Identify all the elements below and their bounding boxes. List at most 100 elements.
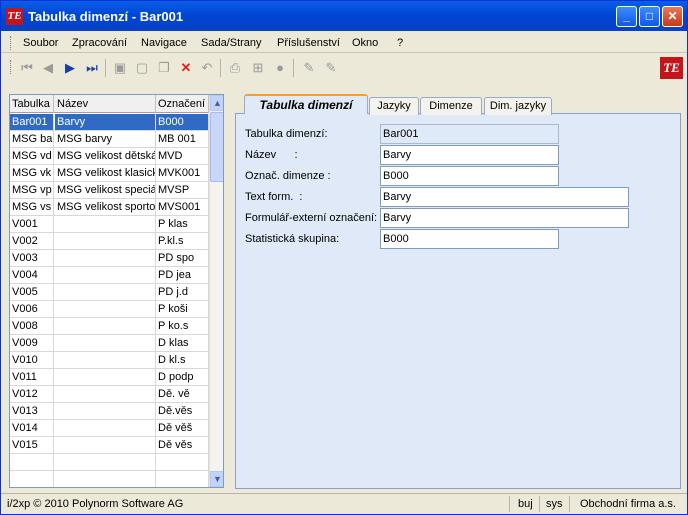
stop-icon[interactable]: ●	[272, 60, 288, 76]
table-cell[interactable]: Bar001	[10, 114, 54, 130]
tab-tabulka-dimenzi[interactable]: Tabulka dimenzí	[244, 94, 368, 114]
statisticka-skupina-field[interactable]: B000	[380, 229, 559, 249]
table-cell[interactable]	[55, 284, 156, 300]
table-row[interactable]: V005 PD j.d	[10, 284, 209, 301]
table-cell[interactable]: V001	[10, 216, 54, 232]
table-row[interactable]	[10, 471, 209, 487]
print-icon[interactable]: ⎙	[227, 60, 243, 76]
table-cell[interactable]: MSG velikost dětská	[55, 148, 156, 164]
close-button[interactable]: ✕	[662, 6, 683, 27]
edit2-icon[interactable]: ✎	[323, 60, 339, 76]
table-cell[interactable]	[55, 454, 156, 470]
table-row[interactable]	[10, 454, 209, 471]
table-cell[interactable]: P klas	[156, 216, 209, 232]
table-cell[interactable]	[55, 250, 156, 266]
edit-icon[interactable]: ✎	[301, 60, 317, 76]
vertical-scrollbar[interactable]: ▲ ▼	[209, 95, 223, 487]
scroll-up-icon[interactable]: ▲	[210, 95, 223, 111]
table-cell[interactable]: P.kl.s	[156, 233, 209, 249]
table-cell[interactable]: V015	[10, 437, 54, 453]
table-cell[interactable]: P ko.s	[156, 318, 209, 334]
table-row[interactable]: V009 D klas	[10, 335, 209, 352]
menu-navigace[interactable]: Navigace	[141, 37, 187, 49]
table-cell[interactable]: Dě.věs	[156, 403, 209, 419]
table-row[interactable]: MSG vk MSG velikost klasick MVK001	[10, 165, 209, 182]
table-cell[interactable]	[55, 216, 156, 232]
save-icon[interactable]: ▣	[112, 60, 128, 76]
table-row[interactable]: V008 P ko.s	[10, 318, 209, 335]
table-cell[interactable]: Barvy	[55, 114, 156, 130]
table-cell[interactable]: MSG vs	[10, 199, 54, 215]
menu-help[interactable]: ?	[397, 37, 403, 49]
menu-zpracovani[interactable]: Zpracování	[72, 37, 127, 49]
table-cell[interactable]	[55, 301, 156, 317]
table-cell[interactable]: MSG ba	[10, 131, 54, 147]
table-row[interactable]: V010 D kl.s	[10, 352, 209, 369]
table-row[interactable]: V011 D podp	[10, 369, 209, 386]
table-cell[interactable]	[10, 471, 54, 487]
menubar-grip[interactable]	[10, 36, 12, 50]
nazev-field[interactable]: Barvy	[380, 145, 559, 165]
table-row[interactable]: MSG vd MSG velikost dětská MVD	[10, 148, 209, 165]
scroll-thumb[interactable]	[210, 112, 223, 182]
scroll-down-icon[interactable]: ▼	[210, 471, 223, 487]
table-cell[interactable]	[55, 420, 156, 436]
column-header-tabulka[interactable]: Tabulka	[10, 95, 54, 113]
table-cell[interactable]: V004	[10, 267, 54, 283]
table-cell[interactable]: MSG barvy	[55, 131, 156, 147]
table-cell[interactable]	[55, 233, 156, 249]
toolbar-grip[interactable]	[10, 60, 12, 74]
table-row[interactable]: Bar001 Barvy B000	[10, 114, 209, 131]
first-icon[interactable]: ⏮	[19, 60, 35, 76]
table-cell[interactable]	[10, 454, 54, 470]
table-cell[interactable]: V010	[10, 352, 54, 368]
oznaceni-dimenze-field[interactable]: B000	[380, 166, 559, 186]
table-cell[interactable]: MSG velikost klasick	[55, 165, 156, 181]
table-cell[interactable]: B000	[156, 114, 209, 130]
table-row[interactable]: MSG vp MSG velikost speciá MVSP	[10, 182, 209, 199]
tree-icon[interactable]: ⊞	[250, 60, 266, 76]
tab-dim-jazyky[interactable]: Dim. jazyky	[484, 97, 552, 115]
copy-icon[interactable]: ❐	[156, 60, 172, 76]
table-cell[interactable]: Dě věs	[156, 437, 209, 453]
table-cell[interactable]: MVK001	[156, 165, 209, 181]
menu-okno[interactable]: Okno	[352, 37, 378, 49]
table-row[interactable]: V006 P koši	[10, 301, 209, 318]
table-cell[interactable]: Dě věš	[156, 420, 209, 436]
undo-icon[interactable]: ↶	[199, 60, 215, 76]
table-cell[interactable]	[55, 335, 156, 351]
app-logo-icon[interactable]: TE	[6, 8, 23, 25]
table-cell[interactable]: V012	[10, 386, 54, 402]
table-row[interactable]: V013 Dě.věs	[10, 403, 209, 420]
table-row[interactable]: MSG vs MSG velikost sportov MVS001	[10, 199, 209, 216]
table-cell[interactable]: V002	[10, 233, 54, 249]
menu-soubor[interactable]: Soubor	[23, 37, 58, 49]
column-header-nazev[interactable]: Název	[55, 95, 156, 113]
menu-sada-strany[interactable]: Sada/Strany	[201, 37, 262, 49]
table-row[interactable]: V004 PD jea	[10, 267, 209, 284]
table-cell[interactable]	[55, 386, 156, 402]
table-row[interactable]: V015 Dě věs	[10, 437, 209, 454]
table-cell[interactable]: MVS001	[156, 199, 209, 215]
table-cell[interactable]: D kl.s	[156, 352, 209, 368]
table-cell[interactable]	[55, 437, 156, 453]
table-cell[interactable]: V006	[10, 301, 54, 317]
table-row[interactable]: V003 PD spo	[10, 250, 209, 267]
table-cell[interactable]	[55, 352, 156, 368]
table-cell[interactable]	[55, 318, 156, 334]
table-cell[interactable]: MVSP	[156, 182, 209, 198]
table-cell[interactable]: P koši	[156, 301, 209, 317]
table-cell[interactable]: V011	[10, 369, 54, 385]
column-header-oznaceni[interactable]: Označení	[156, 95, 209, 113]
maximize-button[interactable]: □	[639, 6, 660, 27]
table-row[interactable]: V002 P.kl.s	[10, 233, 209, 250]
table-cell[interactable]: MSG velikost sportov	[55, 199, 156, 215]
table-cell[interactable]: MSG vk	[10, 165, 54, 181]
table-cell[interactable]: V014	[10, 420, 54, 436]
table-row[interactable]: V012 Dě. vě	[10, 386, 209, 403]
title-bar[interactable]: TE Tabulka dimenzí - Bar001 _ □ ✕	[1, 1, 687, 31]
table-row[interactable]: MSG ba MSG barvy MB 001	[10, 131, 209, 148]
last-icon[interactable]: ⏭	[84, 60, 100, 76]
table-cell[interactable]: PD spo	[156, 250, 209, 266]
table-cell[interactable]: MB 001	[156, 131, 209, 147]
